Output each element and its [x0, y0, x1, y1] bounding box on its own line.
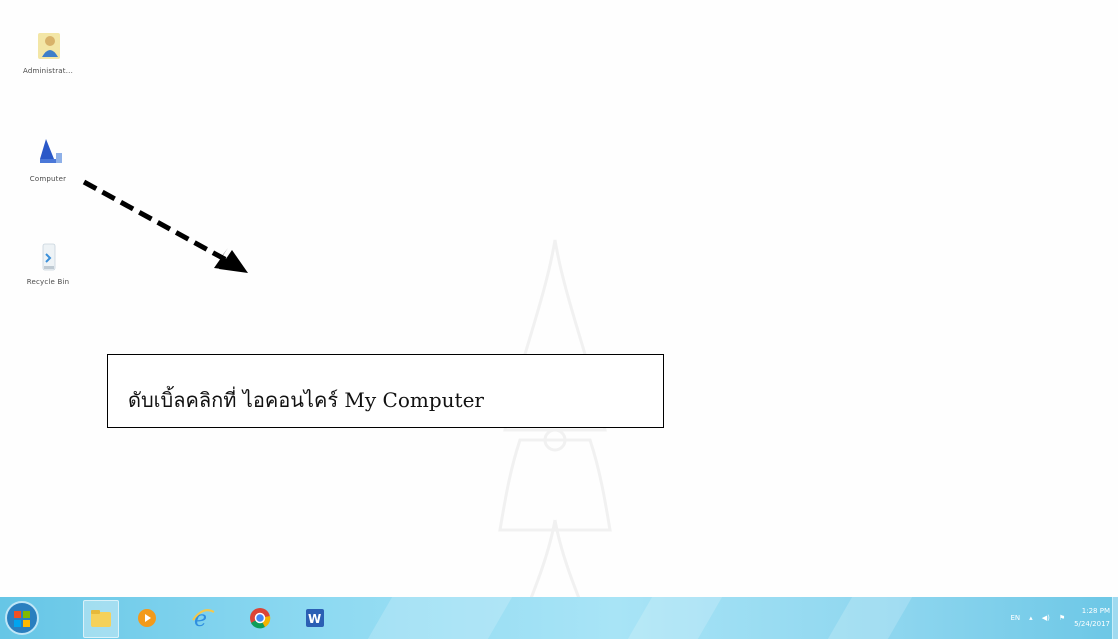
- svg-text:W: W: [308, 612, 321, 626]
- clock[interactable]: 1:28 PM 5/24/2017: [1074, 605, 1110, 631]
- chrome-icon: [250, 608, 271, 629]
- volume-icon[interactable]: ◀): [1042, 614, 1050, 622]
- instruction-callout: ดับเบิ้ลคลิกที่ ไอคอนไคร์ My Computer: [107, 354, 664, 428]
- media-player-icon: [138, 609, 156, 627]
- taskbar-explorer[interactable]: [83, 600, 119, 638]
- internet-explorer-icon: e: [192, 607, 215, 630]
- word-icon: W: [306, 609, 324, 627]
- dashed-arrow: [82, 179, 248, 273]
- taskbar-chrome[interactable]: [243, 600, 277, 636]
- system-tray: EN ▴ ◀) ⚑ 1:28 PM 5/24/2017: [1011, 602, 1111, 634]
- instruction-text: ดับเบิ้ลคลิกที่ ไอคอนไคร์ My Computer: [128, 388, 484, 412]
- tray-overflow-icon[interactable]: ▴: [1029, 614, 1033, 622]
- clock-time: 1:28 PM: [1081, 607, 1110, 615]
- language-indicator[interactable]: EN: [1011, 614, 1021, 622]
- show-desktop-button[interactable]: [1112, 597, 1118, 639]
- taskbar-internet-explorer[interactable]: e: [186, 600, 220, 636]
- action-center-flag-icon[interactable]: ⚑: [1059, 614, 1065, 622]
- clock-date: 5/24/2017: [1074, 620, 1110, 628]
- desktop: Administrat... Computer Recycle Bin ดับเ…: [0, 0, 1118, 597]
- taskbar: e W EN ▴ ◀) ⚑ 1:28 PM 5/24/2017: [0, 597, 1118, 639]
- explorer-icon: [91, 610, 111, 627]
- taskbar-media-player[interactable]: [130, 600, 164, 636]
- taskbar-word[interactable]: W: [298, 600, 332, 636]
- start-button[interactable]: [2, 599, 42, 637]
